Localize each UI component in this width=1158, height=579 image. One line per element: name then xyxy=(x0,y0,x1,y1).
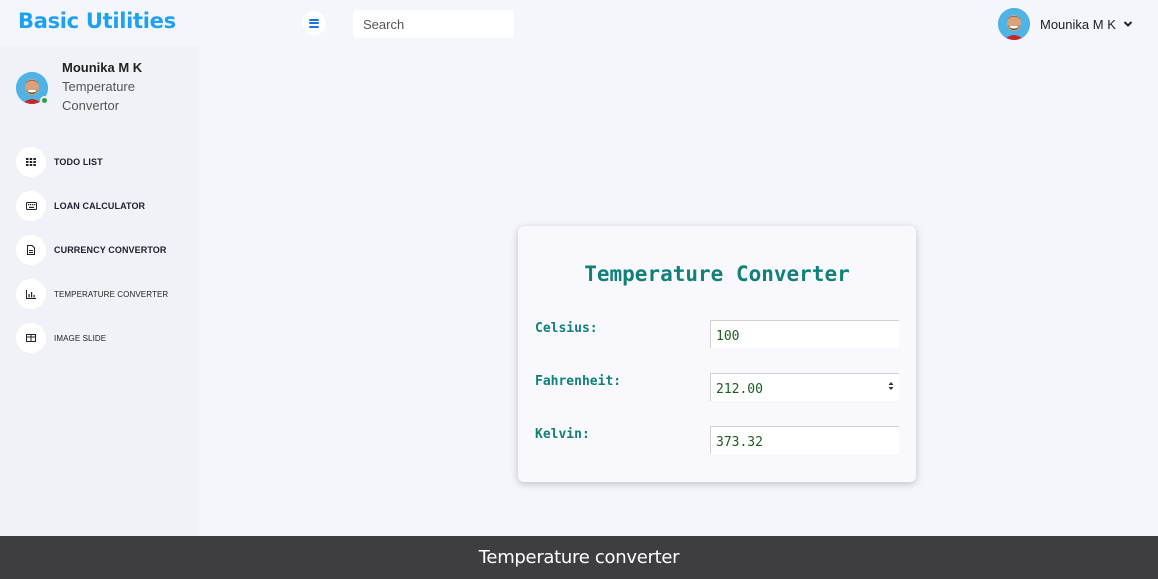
sidebar-item-loan-calculator[interactable]: LOAN CALCULATOR xyxy=(16,191,196,221)
temperature-converter-card: Temperature Converter Celsius: Fahrenhei… xyxy=(518,226,916,482)
sidebar-item-label: TEMPERATURE CONVERTER xyxy=(54,289,169,299)
kelvin-label: Kelvin: xyxy=(535,427,590,442)
sidebar-item-label: LOAN CALCULATOR xyxy=(54,201,146,211)
table-icon xyxy=(16,323,46,353)
avatar xyxy=(998,8,1030,40)
converter-title: Temperature Converter xyxy=(584,262,850,286)
sidebar-item-currency-convertor[interactable]: CURRENCY CONVERTOR xyxy=(16,235,196,265)
document-icon xyxy=(16,235,46,265)
sidebar-item-temperature-converter[interactable]: TEMPERATURE CONVERTER xyxy=(16,279,196,309)
search-input[interactable] xyxy=(353,10,514,38)
kelvin-input[interactable] xyxy=(710,426,899,454)
celsius-input[interactable] xyxy=(710,320,899,348)
sidebar-item-label: CURRENCY CONVERTOR xyxy=(54,245,167,255)
sidebar-item-todo-list[interactable]: TODO LIST xyxy=(16,147,196,177)
profile-name: Mounika M K xyxy=(62,60,143,75)
user-name: Mounika M K xyxy=(1040,16,1116,32)
chevron-down-icon xyxy=(1123,21,1133,27)
menu-toggle-button[interactable] xyxy=(302,11,326,35)
sidebar-item-label: IMAGE SLIDE xyxy=(54,333,107,343)
hamburger-icon xyxy=(309,18,319,28)
keyboard-icon xyxy=(16,191,46,221)
sidebar-item-label: TODO LIST xyxy=(54,157,103,167)
profile-role: Temperature Convertor xyxy=(62,79,135,113)
sidebar-item-image-slide[interactable]: IMAGE SLIDE xyxy=(16,323,196,353)
sidebar: Mounika M K Temperature Convertor TODO L… xyxy=(0,46,198,536)
user-menu[interactable]: Mounika M K xyxy=(998,8,1134,40)
number-spinner-icon[interactable] xyxy=(887,380,895,392)
brand-logo[interactable]: Basic Utilities xyxy=(18,9,176,33)
top-bar: Basic Utilities Mounika M K xyxy=(0,0,1158,46)
footer-text: Temperature converter xyxy=(478,547,680,568)
grid-icon xyxy=(16,147,46,177)
celsius-label: Celsius: xyxy=(535,321,598,336)
footer: Temperature converter xyxy=(0,536,1158,579)
bar-chart-icon xyxy=(16,279,46,309)
fahrenheit-input[interactable] xyxy=(710,373,899,401)
fahrenheit-label: Fahrenheit: xyxy=(535,374,622,389)
online-status-dot xyxy=(40,96,49,105)
